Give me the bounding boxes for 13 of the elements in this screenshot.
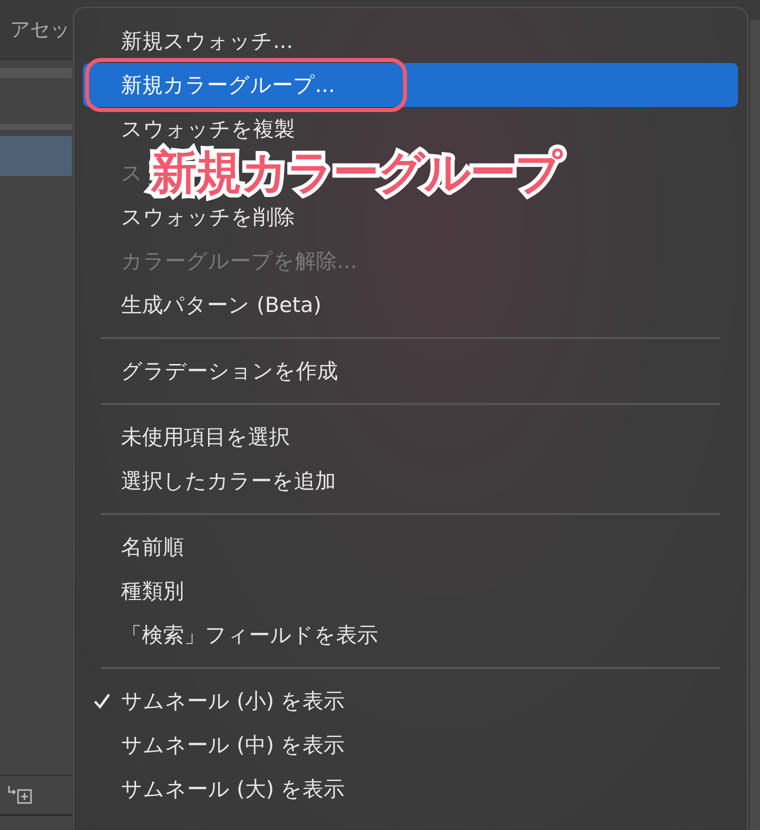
menu-item[interactable]: 名前順 [83, 525, 192, 569]
menu-item[interactable]: 選択したカラーを追加 [83, 459, 344, 503]
menu-item[interactable]: グラデーションを作成 [83, 349, 346, 393]
panel-title: アセッ [10, 16, 70, 42]
menu-item[interactable]: 新規スウォッチ... [83, 19, 302, 63]
menu-item[interactable]: 「検索」フィールドを表示 [83, 613, 386, 657]
menu-item[interactable]: サムネール (中) を表示 [83, 723, 353, 767]
menu-item[interactable]: 未使用項目を選択 [83, 415, 298, 459]
menu-item[interactable]: 種類別 [83, 569, 192, 613]
menu-item[interactable]: サムネール (大) を表示 [83, 767, 353, 811]
menu-item[interactable]: サムネール (小) を表示 [83, 679, 353, 723]
menu-item[interactable]: 新規カラーグループ... [83, 63, 738, 107]
menu-item[interactable]: 生成パターン (Beta) [83, 283, 330, 327]
